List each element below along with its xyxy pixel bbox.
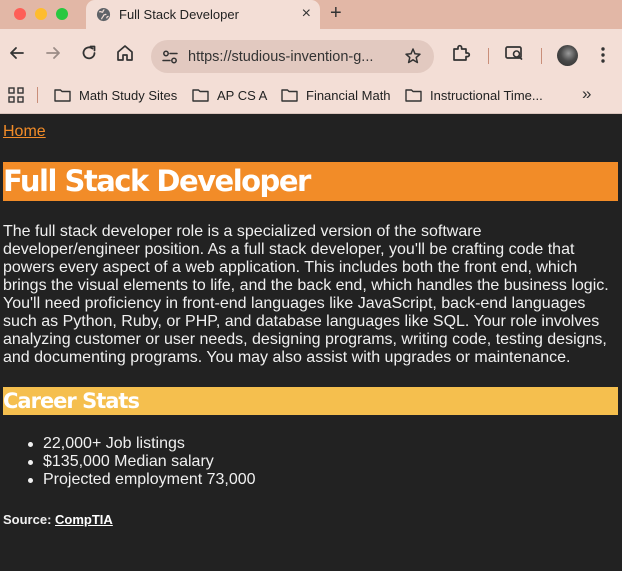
bookmarks-divider	[37, 87, 38, 103]
toolbar-divider	[541, 48, 542, 64]
extensions-puzzle-icon[interactable]	[450, 42, 472, 64]
home-link[interactable]: Home	[3, 123, 46, 141]
home-icon[interactable]	[114, 42, 136, 64]
intro-paragraph: The full stack developer role is a speci…	[3, 223, 609, 366]
reload-icon[interactable]	[78, 42, 100, 64]
page-title-banner: Full Stack Developer	[3, 162, 618, 201]
menu-kebab-icon[interactable]	[600, 46, 606, 64]
source-line: Source: CompTIA	[3, 512, 113, 527]
folder-icon	[405, 89, 422, 102]
bookmark-label: AP CS A	[217, 87, 268, 103]
bookmark-label: Financial Math	[306, 87, 391, 103]
tab-close-icon[interactable]: ×	[302, 5, 311, 23]
page-title: Full Stack Developer	[3, 164, 311, 198]
bookmark-label: Math Study Sites	[79, 87, 178, 103]
folder-icon	[54, 89, 71, 102]
list-item: $135,000 Median salary	[28, 453, 256, 471]
source-label: Source:	[3, 512, 52, 527]
bookmark-star-icon[interactable]	[404, 47, 422, 65]
folder-icon	[192, 89, 209, 102]
bookmark-label: Instructional Time...	[430, 87, 543, 103]
cast-search-icon[interactable]	[503, 42, 525, 64]
bookmark-folder-math-study-sites[interactable]: Math Study Sites	[54, 86, 177, 104]
url-text[interactable]: https://studious-invention-g...	[188, 49, 373, 65]
active-tab[interactable]: Full Stack Developer ×	[86, 0, 320, 29]
bookmark-folder-ap-cs-a[interactable]: AP CS A	[192, 86, 267, 104]
list-item: Projected employment 73,000	[28, 471, 256, 488]
forward-arrow-icon[interactable]	[42, 42, 64, 64]
site-settings-icon[interactable]	[161, 48, 179, 66]
career-stats-heading: Career Stats	[3, 389, 140, 413]
new-tab-button[interactable]: +	[330, 3, 342, 23]
browser-toolbar: https://studious-invention-g...	[0, 29, 622, 77]
back-arrow-icon[interactable]	[6, 42, 28, 64]
apps-grid-icon[interactable]	[8, 87, 24, 103]
bookmark-folder-instructional-time[interactable]: Instructional Time...	[405, 86, 543, 104]
window-maximize-button[interactable]	[56, 8, 68, 20]
window-close-button[interactable]	[14, 8, 26, 20]
bookmark-folder-financial-math[interactable]: Financial Math	[281, 86, 391, 104]
career-stats-banner: Career Stats	[3, 387, 618, 415]
folder-icon	[281, 89, 298, 102]
list-item: 22,000+ Job listings	[28, 435, 256, 453]
toolbar-divider	[488, 48, 489, 64]
page-content: Home Full Stack Developer The full stack…	[0, 115, 622, 571]
tab-bar: Full Stack Developer × +	[0, 0, 622, 29]
career-stats-list: 22,000+ Job listings $135,000 Median sal…	[28, 435, 256, 489]
tab-title: Full Stack Developer	[119, 7, 239, 22]
globe-icon	[96, 7, 111, 22]
more-bookmarks-icon[interactable]: »	[582, 84, 591, 104]
window-minimize-button[interactable]	[35, 8, 47, 20]
bookmarks-bar: Math Study Sites AP CS A Financial Math …	[0, 77, 622, 114]
source-link[interactable]: CompTIA	[55, 512, 113, 527]
profile-avatar[interactable]	[557, 45, 578, 66]
address-bar[interactable]: https://studious-invention-g...	[151, 40, 434, 73]
